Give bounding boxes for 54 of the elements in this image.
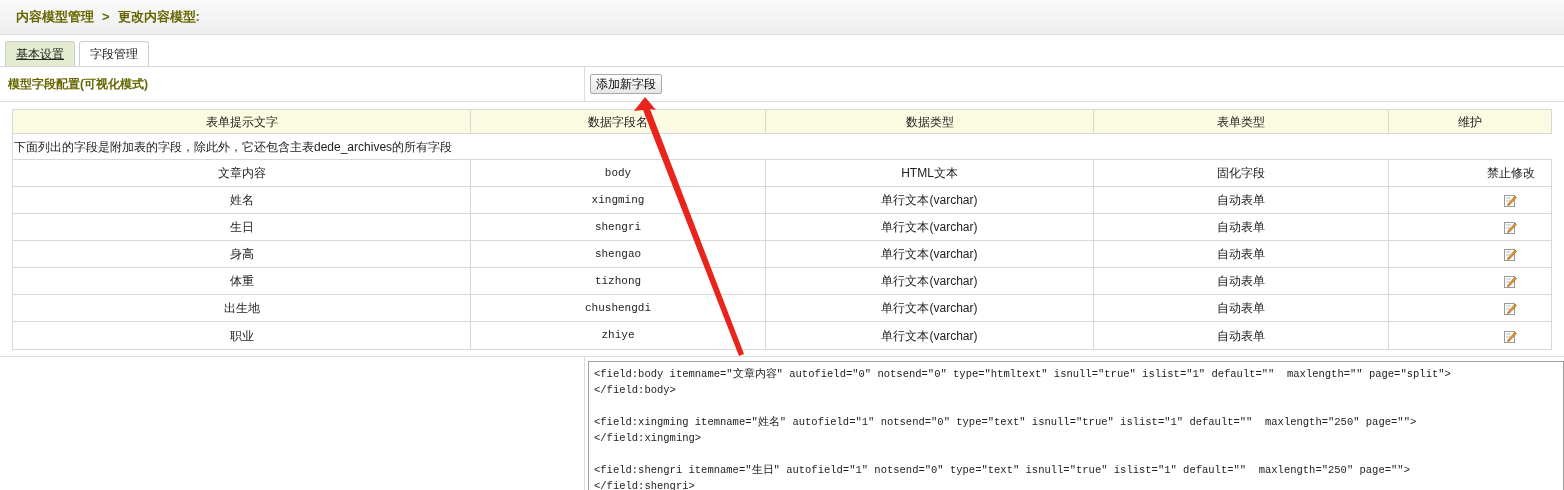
table-cell-text: 单行文本(varchar) xyxy=(881,273,978,290)
add-field-button[interactable]: 添加新字段 xyxy=(590,74,662,94)
table-cell-text: 自动表单 xyxy=(1217,246,1265,263)
tab[interactable]: 基本设置 xyxy=(5,41,75,66)
table-cell-text: 身高 xyxy=(229,246,254,263)
table-cell-text: 自动表单 xyxy=(1217,300,1265,317)
code-textarea[interactable] xyxy=(588,361,1564,490)
code-line: <field:xingming itemname="姓名" autofield="1" notsend="0" type="text" isnull="true" islist="1" default="" maxlength="250" page=""> xyxy=(594,415,1418,430)
code-line: <field:shengri itemname="生日" autofield="1" notsend="0" type="text" isnull="true" islist="1" default="" maxlength="250" page=""> xyxy=(594,463,1411,478)
section-title: 模型字段配置(可视化模式) xyxy=(8,76,148,93)
column-header: 表单提示文字 xyxy=(205,113,278,131)
table-cell-text: 单行文本(varchar) xyxy=(881,300,978,317)
edit-icon[interactable] xyxy=(1504,302,1517,316)
column-header: 维护 xyxy=(1458,113,1482,131)
breadcrumb-separator: > xyxy=(102,8,110,27)
column-header: 表单类型 xyxy=(1217,113,1265,131)
table-cell-text: body xyxy=(604,165,632,181)
table-cell-text: 固化字段 xyxy=(1217,165,1265,182)
table-cell-text: xingming xyxy=(591,192,645,208)
table-cell-text: 职业 xyxy=(229,327,254,345)
table-note: 下面列出的字段是附加表的字段，除此外，它还包含主表dede_archives的所有字段 xyxy=(13,138,453,156)
table-cell-text: 单行文本(varchar) xyxy=(881,327,978,345)
table-cell-text: 自动表单 xyxy=(1217,273,1265,290)
code-line: </field:xingming> xyxy=(594,431,703,446)
table-cell-text: 禁止修改 xyxy=(1487,165,1535,182)
table-cell-text: shengao xyxy=(594,246,642,262)
tab[interactable]: 字段管理 xyxy=(79,41,149,66)
table-cell-text: zhiye xyxy=(601,328,635,344)
table-cell-text: 文章内容 xyxy=(217,165,266,182)
edit-icon[interactable] xyxy=(1504,221,1517,235)
edit-icon[interactable] xyxy=(1504,248,1517,262)
table-cell-text: 自动表单 xyxy=(1217,219,1265,236)
table-cell-text: 单行文本(varchar) xyxy=(881,219,978,236)
table-cell-text: chushengdi xyxy=(585,300,651,316)
edit-icon[interactable] xyxy=(1504,275,1517,289)
code-line: </field:body> xyxy=(594,383,677,398)
table-cell-text: 自动表单 xyxy=(1217,192,1265,209)
table-cell-text: 姓名 xyxy=(229,192,254,209)
column-header: 数据字段名 xyxy=(588,113,648,131)
column-header: 数据类型 xyxy=(905,113,954,131)
table-cell-text: 单行文本(varchar) xyxy=(881,246,978,263)
edit-icon[interactable] xyxy=(1504,329,1517,343)
table-cell-text: tizhong xyxy=(594,273,642,289)
table-cell-text: shengri xyxy=(594,219,642,235)
table-cell-text: 生日 xyxy=(229,219,254,236)
table-cell-text: 出生地 xyxy=(223,300,260,317)
table-cell-text: 体重 xyxy=(229,273,254,290)
table-cell-text: HTML文本 xyxy=(901,165,958,182)
breadcrumb-link[interactable]: 内容模型管理 xyxy=(16,7,94,27)
table-cell-text: 自动表单 xyxy=(1217,327,1265,345)
edit-icon[interactable] xyxy=(1504,194,1517,208)
code-line: <field:body itemname="文章内容" autofield="0" notsend="0" type="htmltext" isnull="true" islist="1" default="" maxlength="" page="split"> xyxy=(594,367,1452,382)
table-cell-text: 单行文本(varchar) xyxy=(881,192,978,209)
page-title: 更改内容模型: xyxy=(117,8,200,27)
